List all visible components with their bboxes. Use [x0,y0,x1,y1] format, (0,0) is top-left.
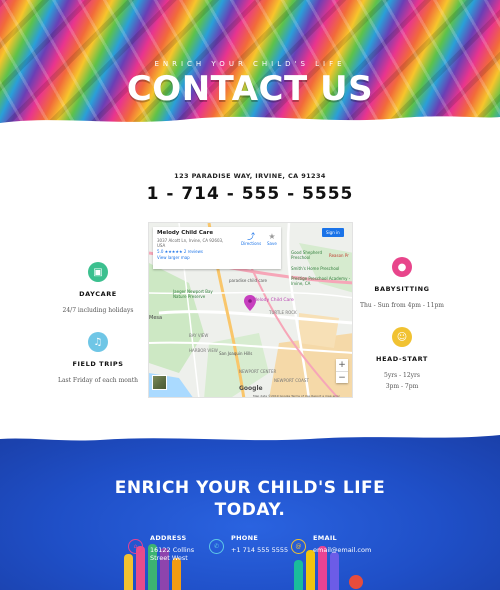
star-icon: ★ [268,232,276,241]
contact-address: 123 PARADISE WAY, IRVINE, CA 91234 [174,172,326,180]
review-count[interactable]: 2 reviews [184,249,203,254]
phone-icon: ✆ [209,539,224,554]
map-poi: HARBOR VIEW [189,348,218,353]
map-sign-in-button[interactable]: Sign in [322,228,344,237]
email-icon: @ [291,539,306,554]
feature-title: FIELD TRIPS [72,360,124,368]
directions-button[interactable]: ⤴ Directions [241,232,261,246]
page-title: CONTACT US [126,69,374,109]
map-poi: NEWPORT COAST [274,378,309,383]
map-pin-label[interactable]: Melody Child Care [253,298,294,303]
feature-babysitting: ● BABYSITTING Thu - Sun from 4pm - 11pm [347,257,457,311]
zoom-out-button[interactable]: − [336,371,348,383]
map-zoom-control: + − [336,359,348,383]
map-poi: BAY VIEW [189,333,209,338]
address-line: 16122 Collins [150,546,195,554]
feature-head-start: ☺ HEAD-START 5yrs - 12yrs 3pm - 7pm [347,327,457,392]
feature-title: BABYSITTING [374,285,430,293]
map-rating[interactable]: 5.0 ★★★★★ 2 reviews [157,249,277,254]
footer-email-label: EMAIL [313,534,337,542]
bell-icon: ♫ [88,332,108,352]
footer-email-value[interactable]: email@email.com [313,546,371,554]
footer-phone-label: PHONE [231,534,259,542]
satellite-toggle[interactable] [152,375,167,390]
footer-section: ENRICH YOUR CHILD'S LIFE TODAY. ⌂ ADDRES… [0,432,500,590]
feature-desc: Thu - Sun from 4pm - 11pm [360,302,444,309]
feature-field-trips: ♫ FIELD TRIPS Last Friday of each month [43,332,153,386]
home-icon: ⌂ [128,539,143,554]
map-poi[interactable]: Jaeger Newport Bay Nature Preserve [173,289,213,299]
contact-phone[interactable]: 1 - 714 - 555 - 5555 [0,184,500,204]
zoom-in-button[interactable]: + [336,359,348,371]
footer-phone-value[interactable]: +1 714 555 5555 [231,546,288,554]
map-poi[interactable]: Smith's Home Preschool [291,266,339,271]
footer-address-value: 16122 Collins Street West [150,546,194,562]
footer-heading-line2: TODAY. [214,500,286,520]
directions-icon: ⤴ [247,232,256,241]
building-icon: ▣ [88,262,108,282]
map-poi[interactable]: Prestige Preschool Academy - Irvine, CA [291,276,351,286]
footer-heading: ENRICH YOUR CHILD'S LIFE TODAY. [0,477,500,521]
directions-label: Directions [241,241,262,246]
map-poi[interactable]: paradise child care [229,278,267,283]
hero-wave-divider [0,116,500,130]
feature-desc: Last Friday of each month [57,377,139,384]
feature-desc: 3pm - 7pm [385,383,419,390]
map-poi: Mesa [149,315,163,321]
map-terms[interactable]: Map data ©2019 Google Terms of Use Repor… [253,394,340,397]
map-place-address: 3037 Alcott Ln, Irvine, CA 92603, USA [157,238,224,248]
hero-banner: ENRICH YOUR CHILD'S LIFE CONTACT US [0,0,500,130]
save-label: Save [267,241,277,246]
feature-daycare: ▣ DAYCARE 24/7 including holidays [43,262,153,316]
save-button[interactable]: ★ Save [267,232,277,246]
google-logo: Google [239,385,263,392]
map-poi: San Joaquin Hills [219,351,253,356]
feature-desc: 24/7 including holidays [62,307,134,314]
map-poi: Reason Pr [329,253,349,258]
footer-heading-line1: ENRICH YOUR CHILD'S LIFE [114,478,386,498]
view-larger-map-link[interactable]: View larger map [157,255,277,260]
map-poi: NEWPORT CENTER [239,369,277,374]
map-poi: TURTLE ROCK [269,310,297,315]
hero-subtitle: ENRICH YOUR CHILD'S LIFE [154,60,346,68]
map-place-card: Melody Child Care 3037 Alcott Ln, Irvine… [153,227,281,269]
smiley-icon: ☺ [392,327,412,347]
footer-address-label: ADDRESS [150,534,187,542]
hero-content: ENRICH YOUR CHILD'S LIFE CONTACT US [10,0,490,125]
rating-stars: 5.0 ★★★★★ [157,249,183,254]
feature-title: HEAD-START [376,355,428,363]
feature-desc: 5yrs - 12yrs [384,372,420,379]
address-line: Street West [150,554,188,562]
person-icon: ● [392,257,412,277]
footer-wave-divider [0,432,500,441]
embedded-map[interactable]: Melody Child Care 3037 Alcott Ln, Irvine… [148,222,353,398]
feature-title: DAYCARE [79,290,117,298]
